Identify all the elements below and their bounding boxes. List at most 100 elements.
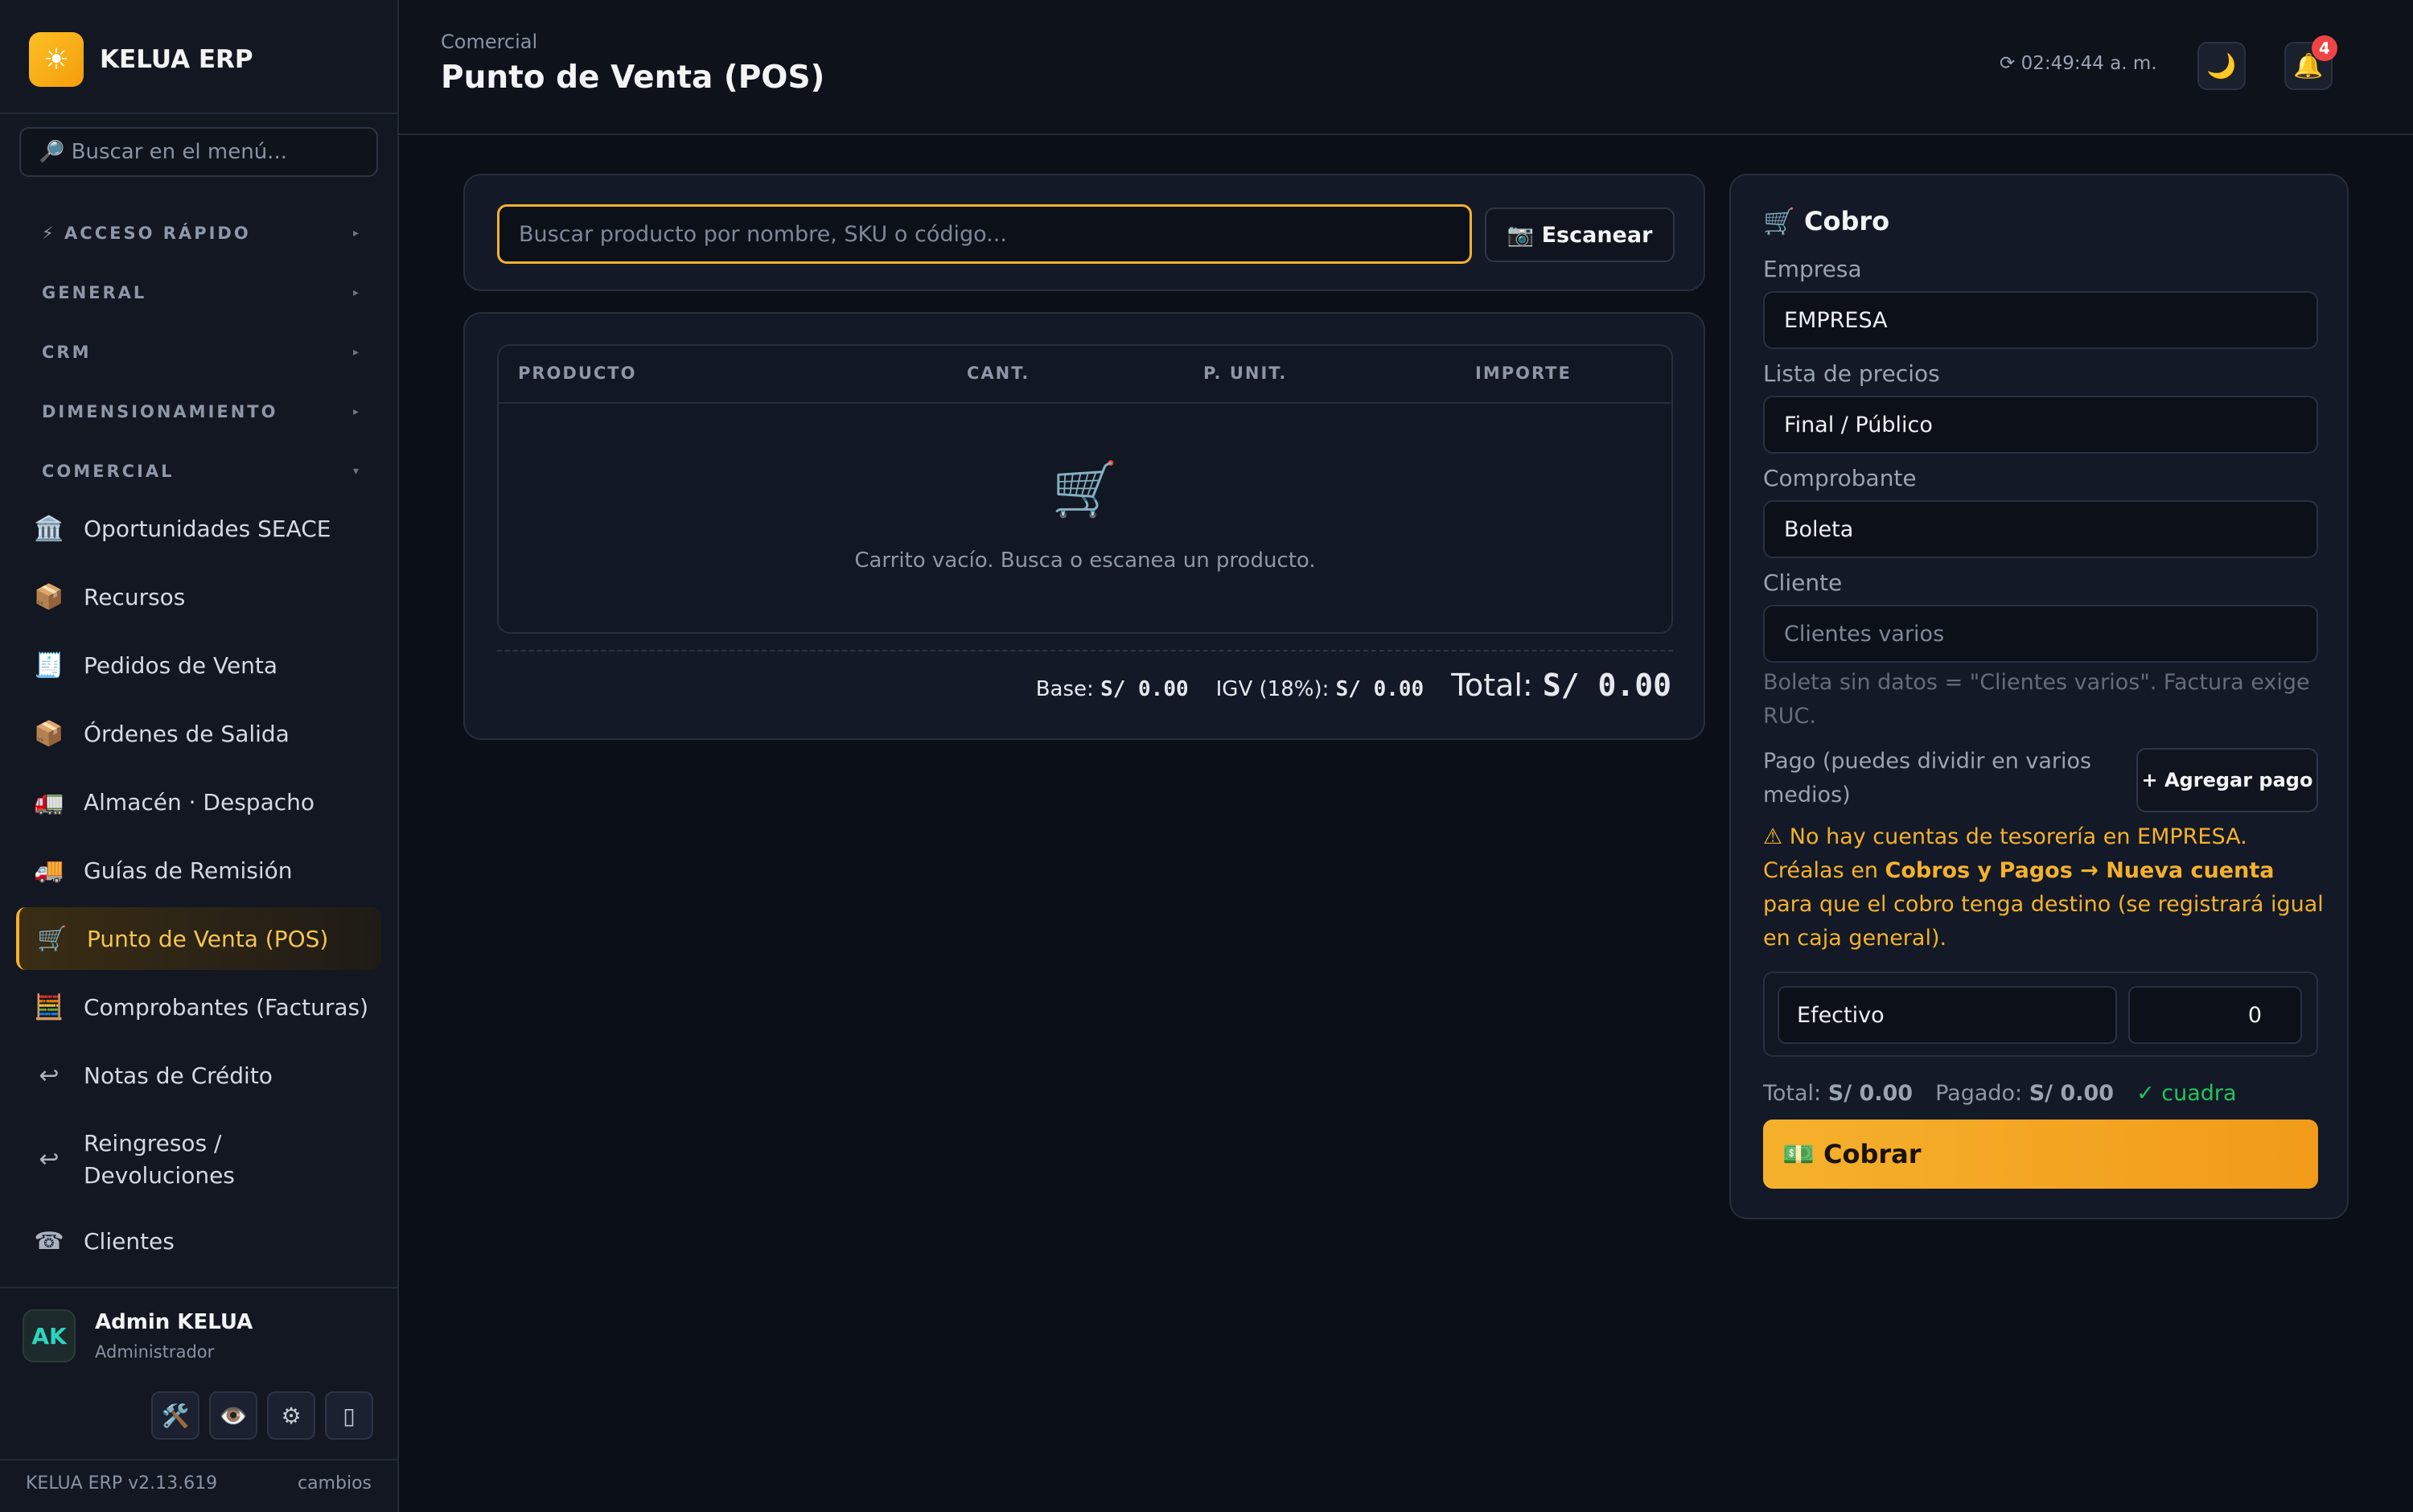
shopping-cart-icon: 🛒 <box>1051 458 1119 520</box>
base-label: Base: <box>1035 677 1094 701</box>
sidebar-item-reingresos-devoluciones[interactable]: ↩ Reingresos / Devoluciones <box>16 1121 381 1198</box>
total-label: Total: <box>1451 668 1533 703</box>
top-header: Comercial Punto de Venta (POS) ⟳ 02:49:4… <box>399 0 2413 135</box>
sidebar-item-label: Clientes <box>84 1227 175 1255</box>
user-profile[interactable]: AK Admin KELUA Administrador <box>23 1309 253 1362</box>
base-total: Base: S/ 0.00 <box>1036 677 1189 701</box>
summary-total: Total: S/ 0.00 <box>1763 1081 1913 1106</box>
voucher-type-select[interactable]: Boleta <box>1763 500 2318 558</box>
price-list-label: Lista de precios <box>1763 360 1940 387</box>
section-crm[interactable]: CRM ▸ <box>42 336 359 368</box>
eye-icon[interactable]: 👁️ <box>209 1391 257 1440</box>
package-icon: 📦 <box>34 582 64 611</box>
sidebar-item-label: Pedidos de Venta <box>84 651 278 679</box>
product-search-panel: Buscar producto por nombre, SKU o código… <box>463 174 1705 291</box>
logout-icon[interactable]: ▯ <box>325 1391 373 1440</box>
charge-button[interactable]: 💵 Cobrar <box>1763 1120 2318 1189</box>
payment-label: Pago (puedes dividir en varios medios) <box>1763 749 2092 807</box>
sidebar-item-clientes[interactable]: ☎ Clientes <box>16 1210 381 1272</box>
total-value: S/ 0.00 <box>1542 668 1671 703</box>
notifications-button[interactable]: 🔔 4 <box>2284 35 2337 90</box>
brand-name: KELUA ERP <box>100 45 253 74</box>
sun-logo-icon: ☀ <box>29 32 84 87</box>
warning-text: para que el cobro tenga destino (se regi… <box>1763 892 2324 951</box>
breadcrumb[interactable]: Comercial <box>441 31 537 53</box>
cart-panel: PRODUCTO CANT. P. UNIT. IMPORTE 🛒 Carrit… <box>463 312 1705 740</box>
sidebar-item-guias-de-remision[interactable]: 🚚 Guías de Remisión <box>16 839 381 902</box>
sidebar-item-ordenes-de-salida[interactable]: 📦 Órdenes de Salida <box>16 702 381 765</box>
gear-icon[interactable]: ⚙ <box>267 1391 315 1440</box>
igv-label: IGV (18%): <box>1215 677 1330 701</box>
divider <box>0 113 397 114</box>
abacus-icon: 🧮 <box>34 992 64 1021</box>
sidebar-item-comprobantes[interactable]: 🧮 Comprobantes (Facturas) <box>16 976 381 1038</box>
scan-button[interactable]: 📷 Escanear <box>1485 207 1675 262</box>
section-dimensionamiento[interactable]: DIMENSIONAMIENTO ▸ <box>42 396 359 428</box>
summary-paid-value: S/ 0.00 <box>2029 1081 2115 1106</box>
treasury-link[interactable]: Cobros y Pagos → Nueva cuenta <box>1885 858 2275 883</box>
sidebar-item-punto-de-venta[interactable]: 🛒 Punto de Venta (POS) <box>16 907 381 970</box>
payment-amount-input[interactable]: 0 <box>2128 986 2302 1044</box>
section-label: GENERAL <box>42 283 147 302</box>
divider <box>0 1287 397 1288</box>
chevron-right-icon: ▸ <box>352 227 359 240</box>
balance-status: ✓ cuadra <box>2136 1081 2237 1106</box>
igv-total: IGV (18%): S/ 0.00 <box>1216 677 1424 701</box>
sidebar-item-oportunidades-seace[interactable]: 🏛️ Oportunidades SEACE <box>16 497 381 560</box>
receipt-icon: 🧾 <box>34 651 64 680</box>
column-header-producto: PRODUCTO <box>518 364 637 383</box>
theme-toggle-button[interactable]: 🌙 <box>2197 42 2246 90</box>
client-input[interactable]: Clientes varios <box>1763 605 2318 663</box>
sidebar-item-notas-de-credito[interactable]: ↩ Notas de Crédito <box>16 1044 381 1107</box>
menu-search-input[interactable]: 🔎 Buscar en el menú... <box>19 127 378 177</box>
moon-icon: 🌙 <box>2206 51 2237 80</box>
column-header-importe: IMPORTE <box>1475 364 1572 383</box>
price-list-select[interactable]: Final / Público <box>1763 396 2318 454</box>
add-payment-button[interactable]: + Agregar pago <box>2136 748 2318 812</box>
sidebar-item-label: Almacén · Despacho <box>84 788 315 816</box>
payment-method-select[interactable]: Efectivo <box>1778 986 2117 1044</box>
product-search-input[interactable]: Buscar producto por nombre, SKU o código… <box>497 204 1472 264</box>
bank-icon: 🏛️ <box>34 514 64 543</box>
sidebar-item-label: Recursos <box>84 583 186 610</box>
summary-paid-label: Pagado: <box>1935 1081 2023 1106</box>
payment-summary: Total: S/ 0.00 Pagado: S/ 0.00 ✓ cuadra <box>1763 1081 2237 1106</box>
notification-badge: 4 <box>2312 35 2337 61</box>
user-role: Administrador <box>95 1342 215 1362</box>
voucher-type-label: Comprobante <box>1763 465 1917 491</box>
brand[interactable]: ☀ KELUA ERP <box>29 31 253 88</box>
treasury-warning: ⚠ No hay cuentas de tesorería en EMPRESA… <box>1763 820 2326 955</box>
summary-total-label: Total: <box>1763 1081 1822 1106</box>
column-header-p-unit: P. UNIT. <box>1203 364 1288 383</box>
grand-total: Total: S/ 0.00 <box>1451 668 1671 703</box>
section-label: ⚡ ACCESO RÁPIDO <box>42 224 251 243</box>
summary-paid: Pagado: S/ 0.00 <box>1935 1081 2114 1106</box>
empresa-label: Empresa <box>1763 256 1862 282</box>
section-comercial[interactable]: COMERCIAL ▾ <box>42 455 359 487</box>
avatar: AK <box>23 1309 76 1362</box>
delivery-truck-icon: 🚚 <box>34 856 64 885</box>
checkout-panel: 🛒 Cobro Empresa EMPRESA Lista de precios… <box>1729 174 2349 1219</box>
sidebar-item-almacen-despacho[interactable]: 🚛 Almacén · Despacho <box>16 770 381 833</box>
shopping-cart-icon: 🛒 <box>37 924 68 953</box>
clock: ⟳ 02:49:44 a. m. <box>2000 53 2157 74</box>
sidebar-item-label: Reingresos / Devoluciones <box>84 1130 235 1189</box>
app-version: KELUA ERP v2.13.619 <box>26 1473 218 1494</box>
section-acceso-rapido[interactable]: ⚡ ACCESO RÁPIDO ▸ <box>42 217 359 249</box>
section-label: COMERCIAL <box>42 462 175 481</box>
section-general[interactable]: GENERAL ▸ <box>42 277 359 309</box>
changelog-link[interactable]: cambios <box>298 1473 372 1494</box>
user-name: Admin KELUA <box>95 1310 253 1334</box>
divider <box>497 650 1673 651</box>
cart-totals: Base: S/ 0.00 IGV (18%): S/ 0.00 Total: … <box>1036 668 1671 703</box>
truck-icon: 🚛 <box>34 787 64 816</box>
tools-icon[interactable]: 🛠️ <box>151 1391 199 1440</box>
sidebar-item-pedidos-de-venta[interactable]: 🧾 Pedidos de Venta <box>16 634 381 696</box>
cart-table: PRODUCTO CANT. P. UNIT. IMPORTE 🛒 Carrit… <box>497 344 1673 634</box>
sidebar-item-recursos[interactable]: 📦 Recursos <box>16 565 381 628</box>
empresa-select[interactable]: EMPRESA <box>1763 291 2318 349</box>
phone-icon: ☎ <box>34 1226 64 1255</box>
client-hint: Boleta sin datos = "Clientes varios". Fa… <box>1763 670 2310 729</box>
sidebar-item-label: Órdenes de Salida <box>84 720 290 747</box>
sidebar-item-label: Notas de Crédito <box>84 1062 273 1089</box>
